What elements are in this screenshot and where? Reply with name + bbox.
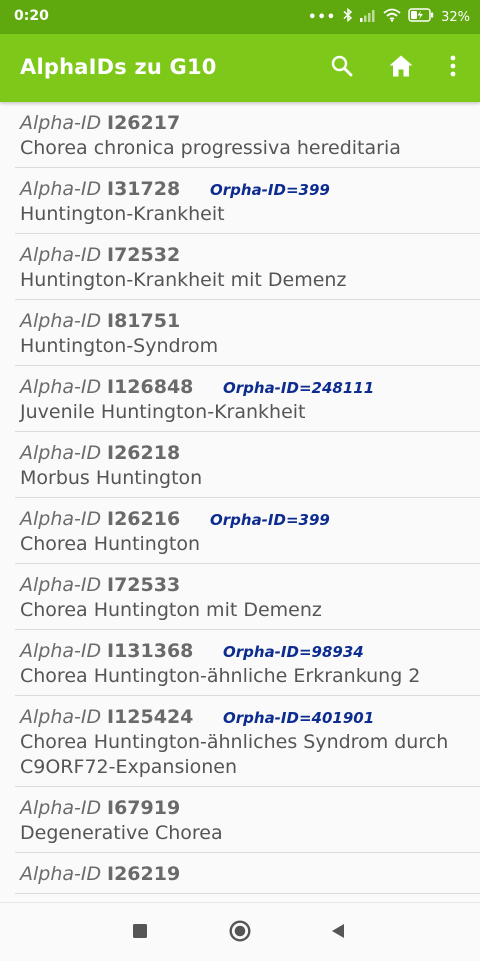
list-item[interactable]: Alpha-ID I81751 Huntington-Syndrom xyxy=(15,300,480,366)
list-item[interactable]: Alpha-ID I72532 Huntington-Krankheit mit D… xyxy=(15,234,480,300)
alpha-id-row: Alpha-ID I26219 xyxy=(15,861,480,887)
page-title: AlphaIDs zu G10 xyxy=(20,55,217,79)
list-item[interactable]: Alpha-ID I26216 Orpha-ID=399 Chorea Hunting… xyxy=(15,498,480,564)
alpha-id-row: Alpha-ID I31728 Orpha-ID=399 xyxy=(15,176,480,202)
home-button[interactable] xyxy=(385,52,417,84)
alpha-id-code: I125424 xyxy=(107,706,194,728)
bluetooth-icon xyxy=(343,7,353,26)
orpha-id-link[interactable]: Orpha-ID=399 xyxy=(210,181,330,199)
alpha-id-row: Alpha-ID I126848 Orpha-ID=248111 xyxy=(15,374,480,400)
alpha-id-code: I26217 xyxy=(107,112,181,134)
alpha-id-label: Alpha-ID xyxy=(20,244,102,266)
status-time: 0:20 xyxy=(14,8,49,24)
app-toolbar: AlphaIDs zu G10 xyxy=(0,34,480,102)
list-item[interactable]: Alpha-ID I131368 Orpha-ID=98934 Chorea Hunt… xyxy=(15,630,480,696)
alpha-id-row: Alpha-ID I131368 Orpha-ID=98934 xyxy=(15,638,480,664)
back-button[interactable] xyxy=(327,922,349,944)
list-item[interactable]: Alpha-ID I125424 Orpha-ID=401901 Chorea Hun… xyxy=(15,696,480,787)
alpha-id-code: I26219 xyxy=(107,863,181,885)
alpha-id-row: Alpha-ID I67919 xyxy=(15,795,480,821)
list-item[interactable]: Alpha-ID I126848 Orpha-ID=248111 Juvenile H… xyxy=(15,366,480,432)
alpha-id-label: Alpha-ID xyxy=(20,376,102,398)
diagnosis-name: Morbus Huntington xyxy=(20,467,203,489)
diagnosis-name: Chorea Huntington xyxy=(20,533,201,555)
orpha-id-link[interactable]: Orpha-ID=248111 xyxy=(223,379,374,397)
orpha-id-link[interactable]: Orpha-ID=98934 xyxy=(223,643,364,661)
alpha-id-row: Alpha-ID I26218 xyxy=(15,440,480,466)
home-nav-button[interactable] xyxy=(229,920,251,946)
orpha-id-link[interactable]: Orpha-ID=401901 xyxy=(223,709,374,727)
diagnosis-name: Huntington-Syndrom xyxy=(20,335,219,357)
back-triangle-icon xyxy=(329,922,347,944)
alpha-id-code: I72533 xyxy=(107,574,181,596)
list-item[interactable]: Alpha-ID I26217 Chorea chronica progressiv… xyxy=(15,102,480,168)
alpha-id-label: Alpha-ID xyxy=(20,706,102,728)
battery-percent: 32% xyxy=(441,9,470,25)
alpha-id-row: Alpha-ID I72532 xyxy=(15,242,480,268)
alpha-id-code: I31728 xyxy=(107,178,181,200)
signal-icon xyxy=(360,9,376,26)
alpha-id-label: Alpha-ID xyxy=(20,863,102,885)
alpha-id-row: Alpha-ID I26216 Orpha-ID=399 xyxy=(15,506,480,532)
home-icon xyxy=(388,54,414,82)
wifi-icon xyxy=(383,8,401,26)
diagnosis-name: Chorea Huntington-ähnliches Syndrom durc… xyxy=(20,731,449,778)
diagnosis-name: Chorea Huntington-ähnliche Erkrankung 2 xyxy=(20,665,421,687)
search-button[interactable] xyxy=(326,52,358,84)
orpha-id-link[interactable]: Orpha-ID=399 xyxy=(210,511,330,529)
status-icons: ••• 32% xyxy=(308,6,470,28)
alpha-id-code: I26216 xyxy=(107,508,181,530)
alpha-id-label: Alpha-ID xyxy=(20,178,102,200)
alpha-id-code: I126848 xyxy=(107,376,194,398)
list-item[interactable]: Alpha-ID I31728 Orpha-ID=399 Huntington-Kra… xyxy=(15,168,480,234)
battery-charging-icon xyxy=(408,8,434,26)
alpha-id-row: Alpha-ID I81751 xyxy=(15,308,480,334)
alpha-id-list[interactable]: Alpha-ID I26217 Chorea chronica progressiv… xyxy=(0,102,480,902)
alpha-id-code: I26218 xyxy=(107,442,181,464)
diagnosis-name: Chorea chronica progressiva hereditaria xyxy=(20,137,401,159)
alpha-id-row: Alpha-ID I26217 xyxy=(15,110,480,136)
diagnosis-name: Huntington-Krankheit mit Demenz xyxy=(20,269,347,291)
more-vert-icon xyxy=(450,55,456,81)
alpha-id-label: Alpha-ID xyxy=(20,574,102,596)
diagnosis-name: Chorea Huntington mit Demenz xyxy=(20,599,322,621)
alpha-id-label: Alpha-ID xyxy=(20,508,102,530)
alpha-id-row: Alpha-ID I72533 xyxy=(15,572,480,598)
home-circle-icon xyxy=(229,920,251,946)
list-item[interactable]: Alpha-ID I72533 Chorea Huntington mit Deme… xyxy=(15,564,480,630)
notification-dots: ••• xyxy=(308,9,337,25)
list-item[interactable]: Alpha-ID I26219 xyxy=(15,853,480,894)
alpha-id-row: Alpha-ID I125424 Orpha-ID=401901 xyxy=(15,704,480,730)
alpha-id-code: I131368 xyxy=(107,640,194,662)
list-item[interactable]: Alpha-ID I67919 Degenerative Chorea xyxy=(15,787,480,853)
alpha-id-code: I72532 xyxy=(107,244,181,266)
alpha-id-label: Alpha-ID xyxy=(20,112,102,134)
overflow-menu-button[interactable] xyxy=(437,52,469,84)
status-bar: 0:20 ••• 32% xyxy=(0,0,480,34)
alpha-id-label: Alpha-ID xyxy=(20,442,102,464)
recents-square-icon xyxy=(132,923,148,943)
alpha-id-label: Alpha-ID xyxy=(20,797,102,819)
alpha-id-label: Alpha-ID xyxy=(20,310,102,332)
diagnosis-name: Juvenile Huntington-Krankheit xyxy=(20,401,306,423)
alpha-id-label: Alpha-ID xyxy=(20,640,102,662)
recents-button[interactable] xyxy=(129,922,151,944)
navigation-bar xyxy=(0,902,480,961)
list-item[interactable]: Alpha-ID I26218 Morbus Huntington xyxy=(15,432,480,498)
alpha-id-code: I67919 xyxy=(107,797,181,819)
diagnosis-name: Degenerative Chorea xyxy=(20,822,223,844)
search-icon xyxy=(330,54,354,82)
alpha-id-code: I81751 xyxy=(107,310,181,332)
diagnosis-name: Huntington-Krankheit xyxy=(20,203,225,225)
